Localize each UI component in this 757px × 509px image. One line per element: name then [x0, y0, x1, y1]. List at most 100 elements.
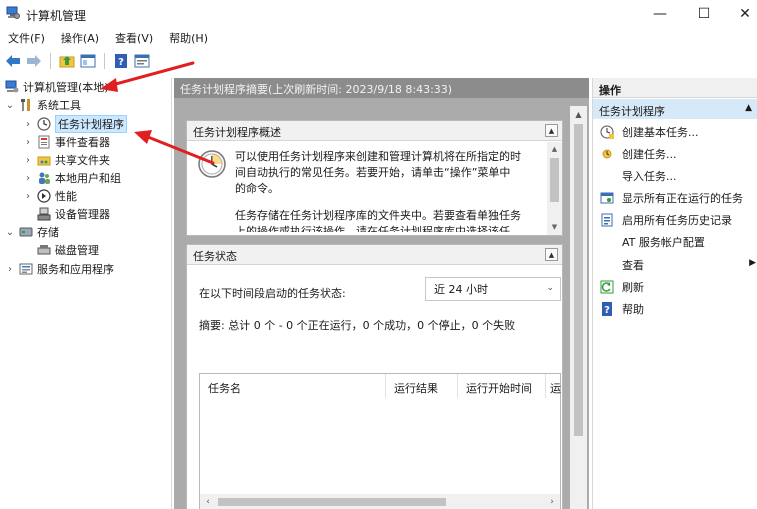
submenu-arrow-icon: ▶ [749, 258, 756, 268]
window-title: 计算机管理 [26, 9, 87, 23]
tree-item-local-users[interactable]: › 本地用户和组 [22, 169, 121, 187]
scroll-down-icon[interactable]: ▼ [547, 220, 562, 234]
properties-icon[interactable] [133, 52, 151, 70]
device-manager-icon [36, 206, 52, 222]
scheduler-clock-icon [197, 149, 227, 179]
overview-line: 可以使用任务计划程序来创建和管理计算机将在所指定的时 [235, 150, 521, 163]
storage-icon [18, 224, 34, 240]
help-icon: ? [599, 301, 615, 317]
overview-scrollbar[interactable]: ▲ ▼ [547, 142, 562, 235]
menu-help[interactable]: 帮助(H) [161, 29, 216, 49]
action-label: 刷新 [622, 281, 644, 294]
overview-panel: 任务计划程序概述 ▲ 可以使用任务计划程序来创建和管理计算机将在所指定的时 间自… [186, 120, 563, 236]
action-create-task[interactable]: 创建任务... [593, 143, 757, 165]
users-icon [36, 170, 52, 186]
action-show-running-tasks[interactable]: 显示所有正在运行的任务 [593, 187, 757, 209]
tree-item-disk-management[interactable]: 磁盘管理 [34, 241, 99, 259]
collapse-panel-button[interactable]: ▲ [545, 248, 558, 261]
actions-section-task-scheduler[interactable]: 任务计划程序 ▲ [593, 99, 757, 119]
collapse-chevron-icon[interactable]: ⌄ [4, 227, 16, 238]
expand-chevron-icon[interactable]: › [22, 119, 34, 130]
tree-label: 设备管理器 [55, 208, 110, 221]
action-view[interactable]: 查看 ▶ [593, 254, 757, 276]
tree-label: 服务和应用程序 [37, 263, 114, 276]
overview-line-clipped: 上的操作或执行该操作，请在任务计划程序库中选择该任 [235, 225, 510, 232]
actions-section-label: 任务计划程序 [599, 105, 665, 118]
expand-chevron-icon[interactable]: › [22, 173, 34, 184]
forward-icon[interactable] [25, 52, 43, 70]
close-button[interactable]: ✕ [730, 4, 757, 24]
scroll-up-icon[interactable]: ▲ [570, 106, 587, 123]
tree-item-root[interactable]: 计算机管理(本地) [2, 78, 109, 96]
tree-item-storage[interactable]: ⌄ 存储 [4, 223, 59, 241]
status-period-dropdown[interactable]: 近 24 小时 ⌄ [425, 277, 561, 301]
tree-item-device-manager[interactable]: 设备管理器 [34, 205, 110, 223]
status-period-value: 近 24 小时 [434, 283, 488, 296]
expand-chevron-icon[interactable]: › [4, 264, 16, 275]
computer-management-window: 计算机管理 — ☐ ✕ 文件(F) 操作(A) 查看(V) 帮助(H) ? 计算… [0, 0, 757, 509]
column-header-run-start-time[interactable]: 运行开始时间 [458, 374, 546, 398]
tree-item-event-viewer[interactable]: › 事件查看器 [22, 133, 110, 151]
scroll-up-icon[interactable]: ▲ [547, 142, 562, 156]
tree-item-services-apps[interactable]: › 服务和应用程序 [4, 260, 114, 278]
computer-management-icon [6, 6, 20, 20]
back-icon[interactable] [4, 52, 22, 70]
summary-pane: 任务计划程序摘要(上次刷新时间: 2023/9/18 8:43:33) 任务计划… [174, 78, 589, 509]
tree-item-performance[interactable]: › 性能 [22, 187, 77, 205]
task-status-panel-header[interactable]: 任务状态 ▲ [187, 245, 562, 265]
action-enable-history[interactable]: 启用所有任务历史记录 [593, 209, 757, 231]
column-header-truncated[interactable]: 运 [546, 374, 562, 398]
help-icon[interactable]: ? [112, 52, 130, 70]
action-at-service-account[interactable]: AT 服务帐户配置 [593, 231, 757, 253]
history-icon [599, 212, 615, 228]
collapse-chevron-icon[interactable]: ⌄ [4, 100, 16, 111]
expand-chevron-icon[interactable]: › [22, 191, 34, 202]
table-horizontal-scrollbar[interactable]: ‹ › [200, 494, 560, 509]
menu-file[interactable]: 文件(F) [0, 29, 53, 49]
menu-action[interactable]: 操作(A) [53, 29, 107, 49]
maximize-button[interactable]: ☐ [689, 4, 719, 24]
create-task-icon [599, 146, 615, 162]
collapse-panel-button[interactable]: ▲ [545, 124, 558, 137]
tree-label: 本地用户和组 [55, 172, 121, 185]
tree-label: 系统工具 [37, 99, 81, 112]
action-import-task[interactable]: 导入任务... [593, 165, 757, 187]
toolbar-separator [104, 53, 105, 69]
scroll-thumb[interactable] [550, 158, 559, 202]
menu-view[interactable]: 查看(V) [107, 29, 161, 49]
tools-icon [18, 97, 34, 113]
expand-chevron-icon[interactable]: › [22, 155, 34, 166]
up-folder-icon[interactable] [58, 52, 76, 70]
overview-line: 间自动执行的常见任务。若要开始，请单击“操作”菜单中 [235, 166, 511, 179]
action-label: 显示所有正在运行的任务 [622, 192, 743, 205]
overview-panel-header[interactable]: 任务计划程序概述 ▲ [187, 121, 562, 141]
column-header-run-result[interactable]: 运行结果 [386, 374, 458, 398]
tree-label: 性能 [55, 190, 77, 203]
actions-header: 操作 [593, 78, 757, 98]
running-tasks-icon [599, 190, 615, 206]
action-refresh[interactable]: 刷新 [593, 276, 757, 298]
minimize-button[interactable]: — [645, 4, 675, 24]
performance-icon [36, 188, 52, 204]
navigation-tree: 计算机管理(本地) ⌄ 系统工具 › 任务计划程序 › 事件查看器 › 共享文件… [0, 78, 172, 509]
action-help[interactable]: ? 帮助 [593, 298, 757, 320]
scroll-thumb[interactable] [218, 498, 446, 506]
action-create-basic-task[interactable]: 创建基本任务... [593, 121, 757, 143]
tree-label: 事件查看器 [55, 136, 110, 149]
scroll-thumb[interactable] [574, 124, 583, 436]
tree-item-system-tools[interactable]: ⌄ 系统工具 [4, 96, 81, 114]
tree-item-task-scheduler[interactable]: › 任务计划程序 [22, 115, 127, 133]
collapse-up-icon[interactable]: ▲ [745, 103, 752, 113]
scroll-left-icon[interactable]: ‹ [200, 494, 216, 509]
scroll-right-icon[interactable]: › [544, 494, 560, 509]
summary-vertical-scrollbar[interactable]: ▲ [570, 106, 587, 509]
chevron-down-icon: ⌄ [546, 283, 554, 293]
actions-pane: 操作 任务计划程序 ▲ 创建基本任务... 创建任务... 导入任务... 显示… [592, 78, 757, 509]
expand-chevron-icon[interactable]: › [22, 137, 34, 148]
column-header-task-name[interactable]: 任务名 [200, 374, 386, 398]
tree-item-shared-folders[interactable]: › 共享文件夹 [22, 151, 110, 169]
toolbar: ? [0, 50, 757, 72]
computer-management-icon [4, 79, 20, 95]
show-hide-tree-icon[interactable] [79, 52, 97, 70]
